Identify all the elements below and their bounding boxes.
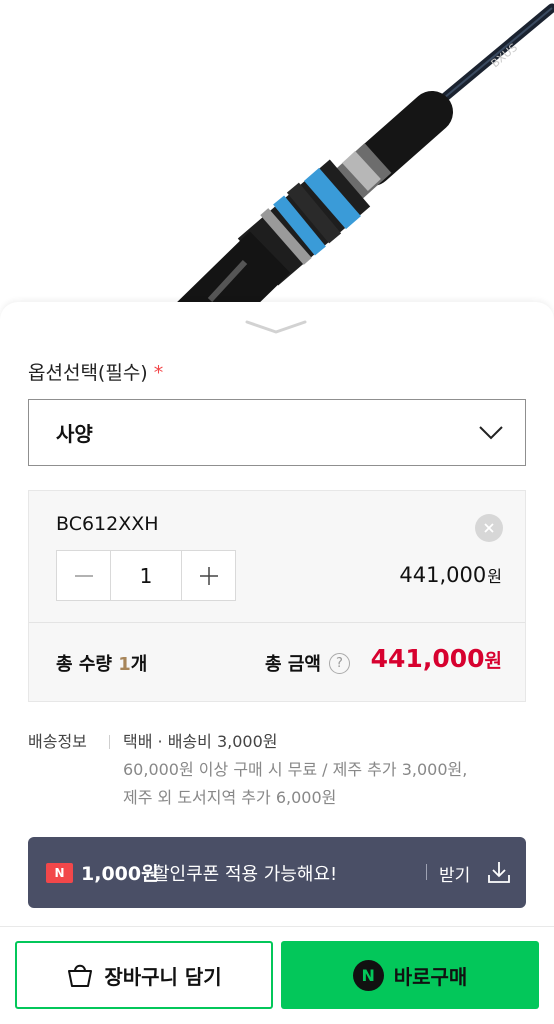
selected-option-box: BC612XXH 1 441,000원 총 수량 1개 총 금액 ? 441,0… xyxy=(28,490,526,702)
shipping-label: 배송정보 xyxy=(28,732,87,751)
shipping-line-3: 제주 외 도서지역 추가 6,000원 xyxy=(123,788,337,807)
total-quantity-label: 총 수량 xyxy=(56,654,119,675)
total-amount-label: 총 금액 ? xyxy=(265,650,350,676)
total-amount-label-text: 총 금액 xyxy=(265,654,321,675)
option-label: 옵션선택(필수) * xyxy=(28,358,163,385)
line-price-value: 441,000 xyxy=(399,563,487,587)
shipping-line-1: 택배 · 배송비 3,000원 xyxy=(123,732,278,751)
add-to-cart-label: 장바구니 담기 xyxy=(104,964,222,989)
shipping-line-2: 60,000원 이상 구매 시 무료 / 제주 추가 3,000원, xyxy=(123,760,468,779)
close-icon xyxy=(484,523,494,533)
coupon-banner[interactable]: N 1,000원 할인쿠폰 적용 가능해요! 받기 xyxy=(28,837,526,908)
line-price: 441,000원 xyxy=(399,563,502,587)
coupon-text: 할인쿠폰 적용 가능해요! xyxy=(153,864,338,885)
increase-quantity-button[interactable] xyxy=(182,551,235,600)
coupon-get-button[interactable]: 받기 xyxy=(439,861,470,886)
option-select-value: 사양 xyxy=(56,422,93,446)
add-to-cart-button[interactable]: 장바구니 담기 xyxy=(15,941,273,1009)
total-amount-value: 441,000 xyxy=(370,644,485,673)
quantity-value[interactable]: 1 xyxy=(110,551,182,600)
total-quantity-value: 1 xyxy=(118,654,131,675)
selected-option-name: BC612XXH xyxy=(56,513,159,535)
divider xyxy=(29,622,525,623)
product-image: BXUS xyxy=(0,0,554,320)
total-quantity: 총 수량 1개 xyxy=(56,650,147,676)
total-quantity-unit: 개 xyxy=(130,654,148,675)
divider xyxy=(426,864,427,880)
buy-now-label: 바로구매 xyxy=(393,964,468,989)
fishing-rod-illustration: BXUS xyxy=(169,3,554,320)
minus-icon xyxy=(74,574,93,577)
download-icon[interactable] xyxy=(487,860,511,884)
help-icon[interactable]: ? xyxy=(328,652,350,674)
coupon-amount: 1,000원 xyxy=(81,863,159,885)
divider xyxy=(109,735,110,749)
plus-icon xyxy=(199,566,218,585)
buy-now-button[interactable]: N 바로구매 xyxy=(281,941,539,1009)
chevron-down-icon[interactable] xyxy=(245,318,307,336)
quantity-stepper: 1 xyxy=(56,550,236,601)
naver-badge-icon: N xyxy=(46,863,73,883)
decrease-quantity-button[interactable] xyxy=(57,551,110,600)
shopping-bag-icon xyxy=(68,964,93,987)
remove-option-button[interactable] xyxy=(475,514,503,542)
required-mark: * xyxy=(153,362,164,384)
option-select[interactable]: 사양 xyxy=(28,399,526,466)
total-amount-currency: 원 xyxy=(484,650,502,672)
naver-pay-icon: N xyxy=(352,959,384,991)
total-amount: 441,000원 xyxy=(371,644,502,673)
chevron-down-icon xyxy=(479,425,503,439)
option-label-text: 옵션선택(필수) xyxy=(28,362,148,384)
line-price-currency: 원 xyxy=(487,567,502,586)
